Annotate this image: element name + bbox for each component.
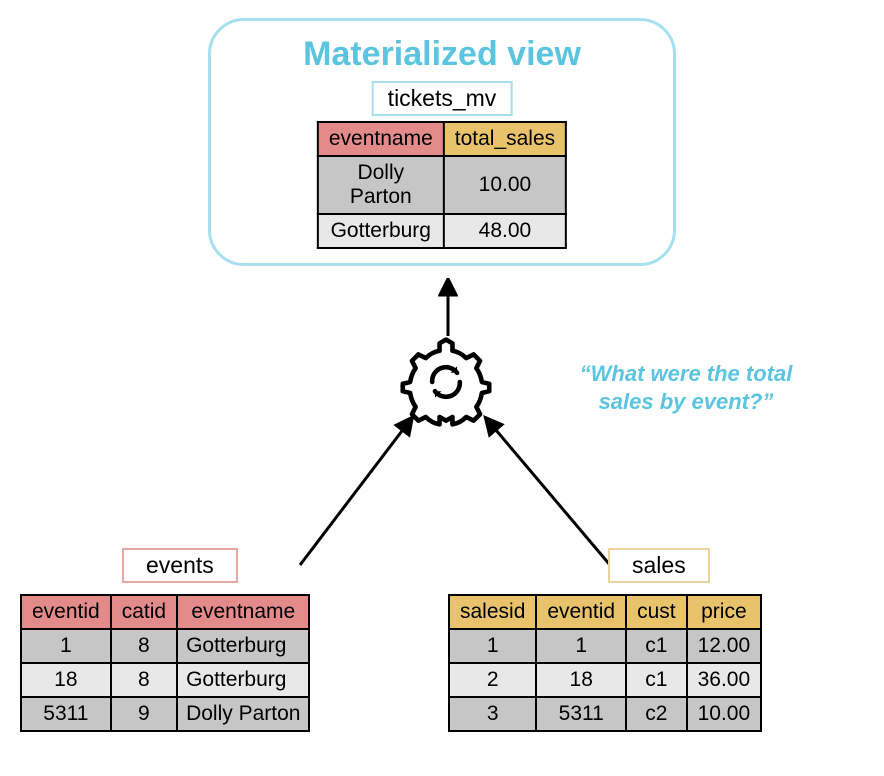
cell-salesid: 2: [449, 663, 536, 697]
cell-salesid: 1: [449, 629, 536, 663]
cell-eventname: Gotterburg: [177, 663, 309, 697]
col-cust: cust: [626, 595, 687, 629]
table-header-row: eventname total_sales: [318, 122, 566, 156]
cell-eventid: 18: [21, 663, 111, 697]
arrow-sales-to-gear: [460, 415, 620, 575]
cell-eventid: 18: [536, 663, 626, 697]
cell-cust: c1: [626, 629, 687, 663]
cell-price: 10.00: [687, 697, 762, 731]
cell-eventname: Dolly Parton: [177, 697, 309, 731]
cell-total-sales: 10.00: [444, 156, 566, 214]
cell-total-sales: 48.00: [444, 214, 566, 248]
table-row: 5311 9 Dolly Parton: [21, 697, 309, 731]
sales-table: salesid eventid cust price 1 1 c1 12.00 …: [448, 594, 762, 732]
table-row: 2 18 c1 36.00: [449, 663, 761, 697]
cell-price: 36.00: [687, 663, 762, 697]
table-row: 3 5311 c2 10.00: [449, 697, 761, 731]
col-eventname: eventname: [177, 595, 309, 629]
col-catid: catid: [111, 595, 177, 629]
materialized-view-title: Materialized view: [211, 35, 673, 74]
cell-eventname: Gotterburg: [318, 214, 444, 248]
table-header-row: eventid catid eventname: [21, 595, 309, 629]
table-row: 18 8 Gotterburg: [21, 663, 309, 697]
events-table: eventid catid eventname 1 8 Gotterburg 1…: [20, 594, 310, 732]
cell-eventid: 5311: [536, 697, 626, 731]
cell-catid: 9: [111, 697, 177, 731]
table-header-row: salesid eventid cust price: [449, 595, 761, 629]
table-row: 1 8 Gotterburg: [21, 629, 309, 663]
materialized-view-name: tickets_mv: [372, 81, 513, 116]
col-eventid: eventid: [536, 595, 626, 629]
process-gear-icon: [400, 336, 492, 428]
cell-cust: c2: [626, 697, 687, 731]
cell-eventid: 1: [21, 629, 111, 663]
table-row: Gotterburg 48.00: [318, 214, 566, 248]
events-table-name: events: [122, 548, 238, 583]
col-total-sales: total_sales: [444, 122, 566, 156]
table-row: 1 1 c1 12.00: [449, 629, 761, 663]
cell-cust: c1: [626, 663, 687, 697]
cell-eventname: Dolly Parton: [318, 156, 444, 214]
col-price: price: [687, 595, 762, 629]
cell-eventid: 5311: [21, 697, 111, 731]
cell-catid: 8: [111, 629, 177, 663]
arrow-gear-to-mv: [438, 278, 458, 340]
col-eventname: eventname: [318, 122, 444, 156]
col-salesid: salesid: [449, 595, 536, 629]
materialized-view-panel: Materialized view tickets_mv eventname t…: [208, 18, 676, 266]
cell-eventid: 1: [536, 629, 626, 663]
materialized-view-table: eventname total_sales Dolly Parton 10.00…: [317, 121, 567, 249]
arrow-events-to-gear: [290, 415, 450, 575]
query-quote: “What were the total sales by event?”: [556, 360, 816, 415]
sales-table-name: sales: [608, 548, 710, 583]
table-row: Dolly Parton 10.00: [318, 156, 566, 214]
col-eventid: eventid: [21, 595, 111, 629]
cell-salesid: 3: [449, 697, 536, 731]
cell-price: 12.00: [687, 629, 762, 663]
cell-eventname: Gotterburg: [177, 629, 309, 663]
cell-catid: 8: [111, 663, 177, 697]
